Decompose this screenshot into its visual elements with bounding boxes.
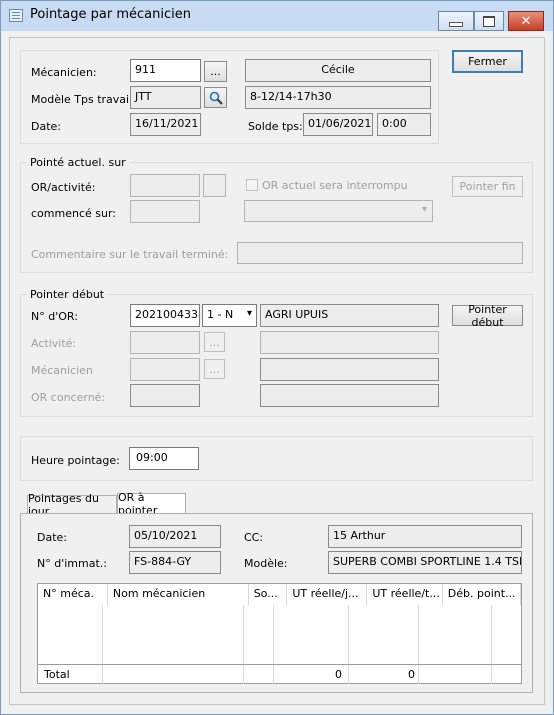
minimize-icon xyxy=(449,21,463,27)
col-header-deb-point[interactable]: Déb. point... xyxy=(443,584,521,605)
grid-header-row: N° méca. Nom mécanicien So... UT réelle/… xyxy=(38,584,521,605)
window-title: Pointage par mécanicien xyxy=(30,7,191,22)
or-activite-extra-field xyxy=(203,174,226,197)
pointer-fin-button[interactable]: Pointer fin xyxy=(452,176,523,197)
col-divider xyxy=(418,665,419,684)
search-icon xyxy=(209,91,223,105)
modele-label: Modèle Tps travail: xyxy=(31,93,136,106)
col-header-ut-total[interactable]: UT réelle/t... xyxy=(367,584,443,605)
col-divider xyxy=(491,605,492,665)
pointe-actuel-title: Pointé actuel. sur xyxy=(27,156,129,169)
col-divider xyxy=(273,665,274,684)
activite-label: Activité: xyxy=(31,337,77,350)
or-activite-field xyxy=(130,174,200,197)
interrompu-label: OR actuel sera interrompu xyxy=(262,179,408,192)
mecanicien-name: Cécile xyxy=(321,63,355,76)
cc-label: CC: xyxy=(244,531,264,544)
or-date-label: Date: xyxy=(37,531,67,544)
total-label: Total xyxy=(44,668,70,681)
tab-or-a-pointer[interactable]: OR à pointer xyxy=(117,491,186,517)
chevron-down-icon: ▾ xyxy=(421,204,427,215)
or-number-input[interactable]: 2021004338 xyxy=(130,304,200,327)
or-concerne-desc-field xyxy=(260,384,439,407)
chevron-down-icon: ▾ xyxy=(246,308,252,319)
heure-label: Heure pointage: xyxy=(31,454,120,467)
fermer-button[interactable]: Fermer xyxy=(452,50,523,73)
pointage-grid[interactable]: N° méca. Nom mécanicien So... UT réelle/… xyxy=(37,583,522,684)
col-divider xyxy=(102,665,103,684)
close-button[interactable]: ✕ xyxy=(508,11,544,31)
or-number-label: N° d'OR: xyxy=(31,310,78,323)
activite-field xyxy=(130,331,200,354)
cc-field: 15 Arthur xyxy=(328,525,522,548)
immat-label: N° d'immat.: xyxy=(37,557,107,570)
col-divider xyxy=(348,665,349,684)
date-label: Date: xyxy=(31,120,61,133)
activite-lookup-button[interactable]: ... xyxy=(204,332,225,352)
interrompu-checkbox[interactable] xyxy=(246,179,258,191)
total-ut-total: 0 xyxy=(408,668,415,681)
total-ut-jour: 0 xyxy=(335,668,342,681)
or-concerne-label: OR concerné: xyxy=(31,391,106,404)
vehicle-modele-label: Modèle: xyxy=(244,557,288,570)
col-divider xyxy=(491,665,492,684)
close-icon: ✕ xyxy=(520,13,532,29)
mecanicien-lookup-button[interactable]: ... xyxy=(204,61,227,82)
solde-time-field: 0:00 xyxy=(377,113,431,136)
maximize-icon xyxy=(483,15,495,27)
or-activite-label: OR/activité: xyxy=(31,181,96,194)
commence-field xyxy=(130,200,200,223)
grid-total-row: Total 0 0 xyxy=(38,664,521,684)
col-divider xyxy=(102,605,103,665)
maximize-button[interactable] xyxy=(474,11,504,31)
pointer-debut-title: Pointer début xyxy=(27,288,108,301)
vehicle-modele-field: SUPERB COMBI SPORTLINE 1.4 TSI PHE xyxy=(328,551,522,574)
or-type-value: 1 - N xyxy=(207,308,234,321)
col-divider xyxy=(243,605,244,665)
col-divider xyxy=(418,605,419,665)
col-header-nom[interactable]: Nom mécanicien xyxy=(108,584,249,605)
col-divider xyxy=(243,665,244,684)
mecanicien-label: Mécanicien: xyxy=(31,66,97,79)
immat-field: FS-884-GY xyxy=(129,551,221,574)
commentaire-field xyxy=(237,242,523,264)
commence-label: commencé sur: xyxy=(31,207,116,220)
mecanicien2-field xyxy=(130,358,200,381)
heure-input[interactable]: 09:00 xyxy=(129,447,199,470)
modele-search-button[interactable] xyxy=(204,87,227,108)
interrompu-select[interactable]: ▾ xyxy=(244,200,433,222)
modele-input[interactable]: JTT xyxy=(130,86,201,109)
pointer-debut-button[interactable]: Pointer début xyxy=(452,303,523,329)
mecanicien-input[interactable]: 911 xyxy=(130,59,201,82)
or-concerne-field xyxy=(130,384,200,407)
col-header-so[interactable]: So... xyxy=(249,584,288,605)
app-icon xyxy=(9,9,23,22)
or-client-field: AGRI UPUIS xyxy=(260,304,439,327)
mecanicien2-label: Mécanicien xyxy=(31,364,93,377)
tab-pointages-du-jour[interactable]: Pointages du jour xyxy=(27,492,117,518)
commentaire-label: Commentaire sur le travail terminé: xyxy=(31,248,229,261)
activite-desc-field xyxy=(260,331,439,354)
solde-date-field: 01/06/2021 xyxy=(303,113,373,136)
mecanicien2-lookup-button[interactable]: ... xyxy=(204,359,225,379)
col-header-no-meca[interactable]: N° méca. xyxy=(38,584,108,605)
mecanicien-name-field: Cécile xyxy=(245,59,431,82)
col-divider xyxy=(273,605,274,665)
minimize-button[interactable] xyxy=(438,11,474,31)
or-type-select[interactable]: 1 - N ▾ xyxy=(202,304,257,327)
date-field[interactable]: 16/11/2021 xyxy=(130,113,201,136)
or-date-field: 05/10/2021 xyxy=(129,525,221,548)
col-header-ut-jour[interactable]: UT réelle/j... xyxy=(287,584,368,605)
modele-description: 8-12/14-17h30 xyxy=(245,86,431,109)
mecanicien2-desc-field xyxy=(260,358,439,381)
col-divider xyxy=(348,605,349,665)
solde-label: Solde tps: xyxy=(248,120,303,133)
